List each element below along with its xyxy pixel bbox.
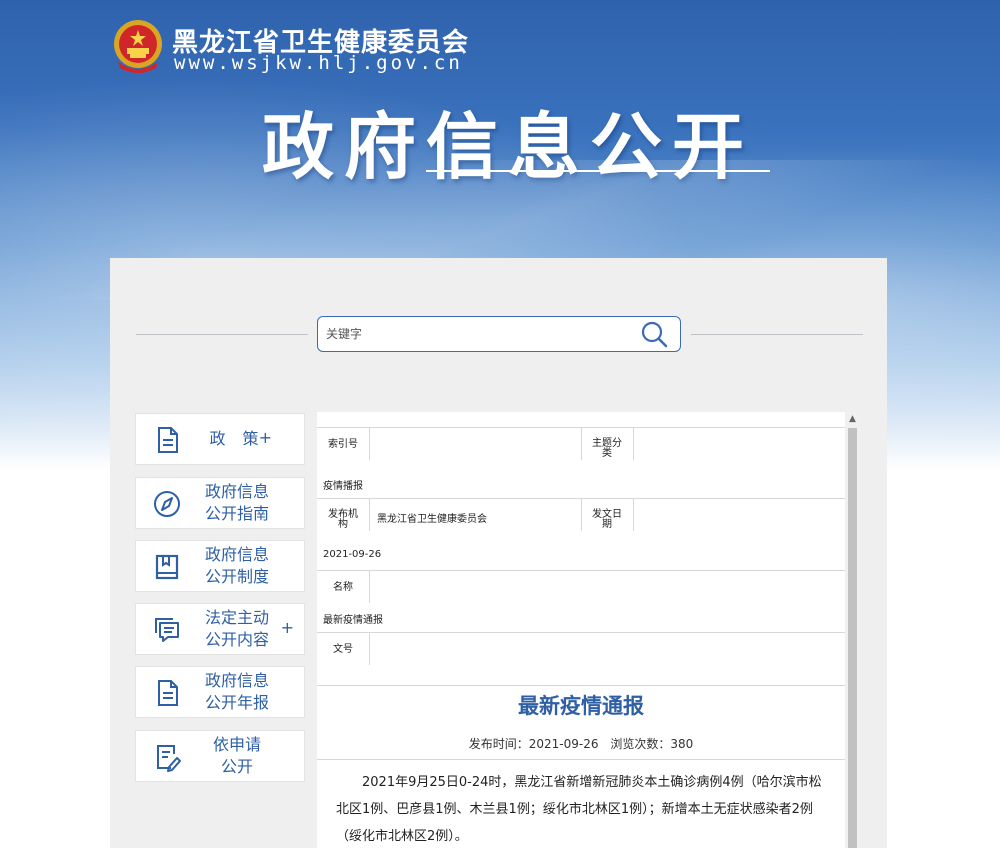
search-divider-left: [136, 334, 308, 335]
publish-time: 发布时间：2021-09-26: [468, 737, 599, 751]
publisher-value: 黑龙江省卫生健康委员会: [377, 514, 487, 525]
org-url: www.wsjkw.hlj.gov.cn: [174, 52, 463, 74]
article-title: 最新疫情通报: [518, 694, 644, 718]
cell-divider: [369, 571, 370, 603]
sidebar-item-label: 政府信息 公开指南: [204, 482, 269, 523]
sidebar-item-label: 政府信息 公开年报: [204, 671, 269, 712]
cell-divider: [369, 633, 370, 665]
meta-row-index: 索引号 主题分类 疫情播报: [317, 427, 845, 498]
date-label: 发文日期: [592, 509, 622, 530]
topic-label: 主题分类: [592, 438, 622, 459]
search-divider-right: [691, 334, 863, 335]
book-icon: [155, 554, 179, 580]
sidebar-item-label: 法定主动 公开内容: [204, 608, 269, 649]
cell-divider: [369, 499, 370, 531]
sidebar-item-annual-report[interactable]: 政府信息 公开年报: [135, 666, 305, 718]
article-divider: [317, 759, 845, 760]
report-icon: [158, 680, 178, 706]
search-input[interactable]: [326, 324, 626, 344]
message-list-icon: [155, 618, 179, 642]
vertical-scrollbar[interactable]: ▲: [845, 412, 860, 848]
docno-label: 文号: [333, 644, 353, 655]
topic-value: 疫情播报: [323, 481, 363, 492]
cell-divider: [633, 499, 634, 531]
scroll-up-icon[interactable]: ▲: [847, 414, 858, 424]
sidebar-item-label: 依申请 公开: [212, 735, 261, 776]
view-count: 浏览次数：380: [610, 737, 694, 751]
sidebar-item-policy[interactable]: 政 策 +: [135, 413, 305, 465]
cell-divider: [369, 428, 370, 460]
meta-row-docno: 文号: [317, 632, 845, 685]
expand-plus-icon[interactable]: +: [259, 428, 272, 447]
cell-divider: [633, 428, 634, 460]
search-box: [317, 316, 681, 352]
article-info: 发布时间：2021-09-26 浏览次数：380: [317, 735, 845, 752]
meta-row-publisher: 发布机构 黑龙江省卫生健康委员会 发文日期 2021-09-26: [317, 498, 845, 570]
sidebar-item-system[interactable]: 政府信息 公开制度: [135, 540, 305, 592]
search-icon[interactable]: [638, 319, 672, 349]
banner-title: 政府信息公开: [262, 105, 755, 189]
sidebar-item-statutory[interactable]: 法定主动 公开内容 +: [135, 603, 305, 655]
edit-document-icon: [157, 745, 181, 772]
sidebar-item-label: 政府信息 公开制度: [204, 545, 269, 586]
document-icon: [158, 427, 178, 453]
sidebar-item-apply[interactable]: 依申请 公开: [135, 730, 305, 782]
article-content: 索引号 主题分类 疫情播报 发布机构 黑龙江省卫生健康委员会 发文日期 2021…: [317, 412, 845, 848]
meta-table-bottom: [317, 685, 845, 686]
name-label: 名称: [333, 582, 353, 593]
article-body: 2021年9月25日0-24时，黑龙江省新增新冠肺炎本土确诊病例4例（哈尔滨市松…: [336, 775, 822, 844]
sidebar-item-guide[interactable]: 政府信息 公开指南: [135, 477, 305, 529]
national-emblem-icon: [114, 20, 162, 73]
publisher-label: 发布机构: [328, 509, 358, 530]
banner-underline: [426, 170, 770, 172]
name-value: 最新疫情通报: [323, 615, 383, 626]
expand-plus-icon[interactable]: +: [281, 618, 294, 637]
date-value: 2021-09-26: [323, 549, 382, 560]
compass-icon: [154, 491, 180, 517]
meta-row-name: 名称 最新疫情通报: [317, 570, 845, 632]
scroll-thumb[interactable]: [848, 428, 857, 848]
index-label: 索引号: [328, 439, 358, 450]
